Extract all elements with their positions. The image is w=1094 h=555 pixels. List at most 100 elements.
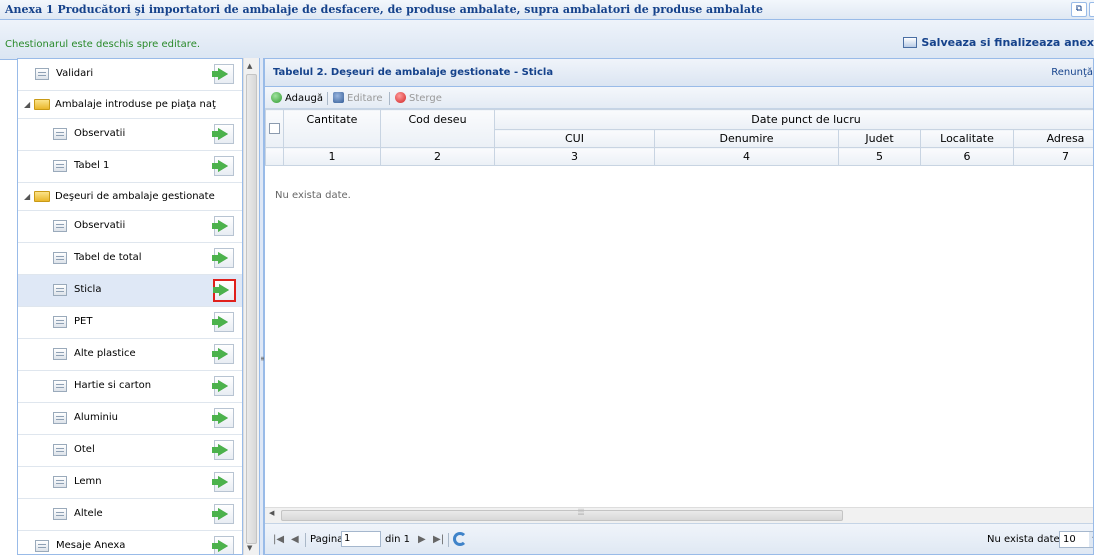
col-header-cod-deseu[interactable]: Cod deseu (380, 109, 495, 148)
cancel-link[interactable]: Renunţă (1051, 67, 1093, 78)
open-validari-button[interactable] (212, 64, 234, 84)
document-icon (53, 508, 67, 520)
save-icon (903, 37, 918, 48)
tree-group-deseuri[interactable]: ◢ Deşeuri de ambalaje gestionate (18, 183, 242, 211)
refresh-icon[interactable] (453, 532, 467, 546)
page-label: Pagina (310, 534, 344, 545)
col-header-denumire[interactable]: Denumire (654, 129, 839, 148)
grid-horizontal-scrollbar[interactable]: ◀ ⦙⦙⦙ (265, 507, 1093, 523)
add-icon (271, 92, 282, 103)
arrow-right-icon (212, 348, 228, 360)
arrow-right-icon (212, 68, 228, 80)
collapse-icon[interactable]: ◢ (24, 100, 30, 109)
scrollbar-thumb[interactable] (246, 74, 257, 544)
tree-item-lemn[interactable]: Lemn (18, 467, 242, 499)
open-otel-button[interactable] (212, 440, 234, 460)
delete-label: Sterge (409, 93, 442, 104)
col-header-cantitate[interactable]: Cantitate (283, 109, 381, 148)
open-pet-button[interactable] (212, 312, 234, 332)
grip-icon: ⦙⦙⦙ (578, 508, 585, 518)
tree-item-observatii-1[interactable]: Observatii (18, 119, 242, 151)
tree-group-ambalaje[interactable]: ◢ Ambalaje introduse pe piaţa naţ (18, 91, 242, 119)
col-header-judet[interactable]: Judet (838, 129, 921, 148)
tree-item-sticla[interactable]: Sticla (18, 275, 242, 307)
open-observatii-button[interactable] (212, 124, 234, 144)
scrollbar-thumb[interactable]: ⦙⦙⦙ (281, 508, 843, 521)
document-icon (53, 380, 67, 392)
select-all-cell[interactable] (265, 109, 284, 148)
open-hartie-carton-button[interactable] (212, 376, 234, 396)
tree-vertical-scrollbar[interactable]: ▲ ▼ (243, 58, 259, 555)
col-number: 7 (1013, 147, 1093, 166)
open-tabel-total-button[interactable] (212, 248, 234, 268)
tree-item-label: PET (74, 316, 93, 327)
tree-item-label: Observatii (74, 128, 126, 139)
next-page-icon[interactable]: ▶ (418, 534, 426, 545)
prev-page-icon[interactable]: ◀ (291, 534, 299, 545)
toolbar-separator (448, 533, 449, 547)
col-header-localitate[interactable]: Localitate (920, 129, 1014, 148)
tree-item-observatii-2[interactable]: Observatii (18, 211, 242, 243)
open-lemn-button[interactable] (212, 472, 234, 492)
document-icon (35, 68, 49, 80)
add-button[interactable]: Adaugă (271, 92, 323, 104)
col-header-adresa[interactable]: Adresa (1013, 129, 1093, 148)
edit-icon (333, 92, 344, 103)
scroll-down-icon[interactable]: ▼ (247, 544, 252, 552)
col-number: 1 (283, 147, 381, 166)
delete-icon (395, 92, 406, 103)
open-tabel-1-button[interactable] (212, 156, 234, 176)
first-page-icon[interactable]: |◀ (273, 534, 284, 545)
edit-button[interactable]: Editare (333, 92, 383, 104)
tree-item-tabel-1[interactable]: Tabel 1 (18, 151, 242, 183)
arrow-right-icon (212, 252, 228, 264)
tree-item-altele[interactable]: Altele (18, 499, 242, 531)
open-altele-button[interactable] (212, 504, 234, 524)
document-icon (53, 284, 67, 296)
document-icon (53, 160, 67, 172)
document-icon (53, 252, 67, 264)
chevron-down-icon: ▼ (1089, 532, 1093, 547)
document-icon (53, 348, 67, 360)
no-data-label: Nu exista date (987, 534, 1060, 545)
info-bar: Chestionarul este deschis spre editare. … (0, 20, 1094, 60)
tree-item-pet[interactable]: PET (18, 307, 242, 339)
tree-item-aluminiu[interactable]: Aluminiu (18, 403, 242, 435)
col-number-blank (265, 147, 284, 166)
restore-window-button[interactable]: ⧉ (1071, 2, 1087, 17)
arrow-right-icon (212, 316, 228, 328)
page-count-label: din 1 (385, 534, 411, 545)
tree-item-hartie-carton[interactable]: Hartie si carton (18, 371, 242, 403)
close-window-button[interactable] (1089, 2, 1094, 17)
last-page-icon[interactable]: ▶| (433, 534, 444, 545)
document-icon (53, 128, 67, 140)
scroll-up-icon[interactable]: ▲ (247, 62, 252, 70)
col-number: 6 (920, 147, 1014, 166)
tree-item-validari[interactable]: Validari (18, 59, 242, 91)
tree-item-alte-plastice[interactable]: Alte plastice (18, 339, 242, 371)
save-finalize-label: Salveaza si finalizeaza anex (921, 36, 1094, 49)
tree-item-label: Alte plastice (74, 348, 136, 359)
open-sticla-button[interactable] (213, 279, 236, 302)
col-number: 4 (654, 147, 839, 166)
open-aluminiu-button[interactable] (212, 408, 234, 428)
tree-item-tabel-total[interactable]: Tabel de total (18, 243, 242, 275)
document-icon (35, 540, 49, 552)
tree-item-mesaje-anexa[interactable]: Mesaje Anexa (18, 531, 242, 554)
open-alte-plastice-button[interactable] (212, 344, 234, 364)
select-all-checkbox[interactable] (269, 123, 280, 134)
save-finalize-button[interactable]: Salveaza si finalizeaza anex (903, 36, 1094, 49)
tree-item-label: Observatii (74, 220, 126, 231)
col-header-cui[interactable]: CUI (494, 129, 655, 148)
col-number: 3 (494, 147, 655, 166)
page-number-input[interactable]: 1 (341, 531, 381, 547)
open-mesaje-anexa-button[interactable] (212, 536, 234, 554)
delete-button[interactable]: Sterge (395, 92, 442, 104)
tree-item-otel[interactable]: Otel (18, 435, 242, 467)
open-observatii-button[interactable] (212, 216, 234, 236)
page-size-select[interactable]: 10 ▼ (1059, 531, 1093, 548)
window-title-bar: Anexa 1 Producători şi importatori de am… (0, 0, 1094, 20)
tree-item-label: Sticla (74, 284, 102, 295)
scroll-left-icon[interactable]: ◀ (269, 509, 274, 517)
collapse-icon[interactable]: ◢ (24, 192, 30, 201)
